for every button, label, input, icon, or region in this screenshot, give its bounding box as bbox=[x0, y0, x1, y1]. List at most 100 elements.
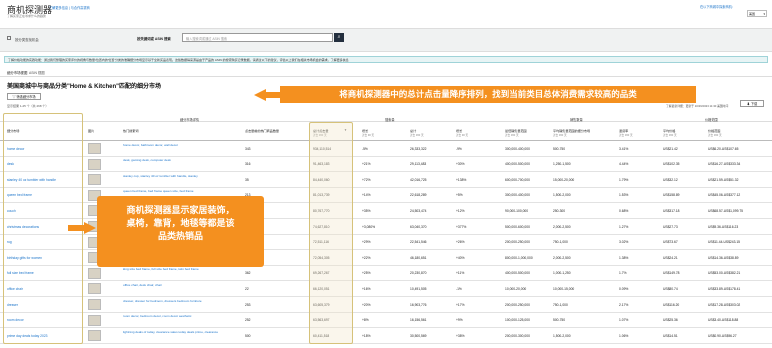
search-button[interactable]: ⌕ bbox=[334, 33, 344, 42]
table-row[interactable]: room decor 252 63,563,697 +8% 16,156,561 +9% 1… bbox=[0, 313, 772, 329]
banner-arrow-icon bbox=[254, 89, 266, 101]
cell-sg: -9% bbox=[456, 146, 462, 151]
marketplace-value: 美国 bbox=[749, 12, 756, 16]
cell-count: 316 bbox=[245, 162, 251, 167]
cell-top-terms[interactable]: lightning deals of today, clearance sale… bbox=[123, 330, 223, 335]
filter-button[interactable]: ▽ 筛选细分市场 bbox=[7, 93, 41, 100]
cell-avg: 1,000-1,250 bbox=[553, 271, 571, 276]
download-label: 下载 bbox=[750, 102, 758, 106]
cell-top-terms[interactable]: room decor, bedroom decor, room decor ae… bbox=[123, 314, 223, 319]
cell-range: US$0.90-US$96.27 bbox=[708, 333, 737, 338]
cell-count: 252 bbox=[245, 318, 251, 323]
cell-avg: 2,000-2,500 bbox=[553, 255, 571, 260]
cell-avg: 500-750 bbox=[553, 318, 566, 323]
cell-avg: 500-750 bbox=[553, 146, 566, 151]
cell-price: US$149.78 bbox=[663, 271, 680, 276]
col-image: 图片 bbox=[88, 129, 95, 133]
cell-units: 300,000-400,000 bbox=[505, 146, 530, 151]
cell-avg: 1,500-2,000 bbox=[553, 193, 571, 198]
cell-ret: 3.41% bbox=[619, 146, 629, 151]
cell-range: US$9.36-US$116.23 bbox=[708, 224, 739, 229]
col-search-volume-sub: 过去 360 天 bbox=[410, 134, 424, 137]
callout-arrow-icon bbox=[84, 222, 96, 234]
category-icon[interactable] bbox=[7, 36, 11, 40]
cell-avg: 1,500-2,000 bbox=[553, 333, 571, 338]
table-row[interactable]: dresser 253 63,605,379 +20% 16,903,776 +17% 20… bbox=[0, 297, 772, 313]
cell-cg: +35% bbox=[362, 208, 371, 213]
callout-line: 桌椅，靠背，地毯等都是该 bbox=[126, 218, 235, 228]
download-button[interactable]: ⬇ 下载 bbox=[740, 100, 764, 107]
cell-top-terms[interactable]: stanley cup, stanley 40 oz tumbler with … bbox=[123, 174, 223, 179]
table-row[interactable]: prime day deals today 2023 500 60,411,518 +… bbox=[0, 328, 772, 344]
table-row[interactable]: full size bed frame 362 69,267,267 +25% 20,2… bbox=[0, 266, 772, 282]
cell-sg: +12% bbox=[456, 208, 465, 213]
tab-asin-view[interactable]: ASIN 视图 bbox=[29, 70, 45, 75]
cell-cg: -5% bbox=[362, 146, 368, 151]
category-search-label[interactable]: 按分类查找机会 bbox=[15, 37, 39, 42]
info-text: 了解价格功能的实践功能：通过我们整理的买家评价的视角与数量/位置内的'位置'分类… bbox=[8, 57, 349, 62]
marketplace-select[interactable]: 美国 ▾ bbox=[747, 10, 767, 17]
product-image bbox=[88, 158, 101, 170]
cell-sg: +17% bbox=[456, 302, 465, 307]
cell-ret: 1.38% bbox=[619, 255, 629, 260]
product-image bbox=[88, 314, 101, 326]
cell-ret: 1.06% bbox=[619, 333, 629, 338]
app-subtitle: 了解买家正在寻求什么的趋势 bbox=[7, 14, 47, 18]
cell-top-terms[interactable]: desk, gaming desk, computer desk bbox=[123, 158, 223, 163]
cell-price: US$317.18 bbox=[663, 208, 680, 213]
cell-top-terms[interactable]: queen bed frame, bed frame queen size, b… bbox=[123, 189, 223, 194]
col-avg-price-sub: 过去 360 天 bbox=[663, 134, 677, 137]
product-image bbox=[88, 267, 101, 279]
search-bar bbox=[0, 28, 772, 52]
cell-count: 343 bbox=[245, 146, 251, 151]
cell-cg: +22% bbox=[362, 255, 371, 260]
header-links[interactable]: 了解更多信息 | 与合作高需商 bbox=[49, 5, 90, 10]
col-price-range-sub: 过去 360 天 bbox=[708, 134, 722, 137]
cell-ret: 1.79% bbox=[619, 177, 629, 182]
table-row[interactable]: desk 316 91,463,183 +21% 29,113,483 +30% 400,0… bbox=[0, 157, 772, 173]
cell-top-terms[interactable]: dresser, dresser for bedroom, dressers b… bbox=[123, 299, 223, 304]
col-top-count[interactable]: 点击量前的热门商品数量 bbox=[245, 128, 279, 133]
cell-cg: +16% bbox=[362, 286, 371, 291]
cell-range: US$53.00-US$382.21 bbox=[708, 271, 741, 276]
cell-ret: 3.02% bbox=[619, 240, 629, 245]
cell-price: US$27.73 bbox=[663, 224, 678, 229]
updated-timestamp: 了解最新详细：更新于 10/26/2023 11:30 美国时间 bbox=[666, 103, 729, 108]
cell-price: US$21.42 bbox=[663, 146, 678, 151]
keyword-search-label: 按关键词或 ASIN 搜索 bbox=[137, 36, 171, 41]
cell-sg: +138% bbox=[456, 177, 467, 182]
cell-sv: 22,618,289 bbox=[410, 193, 427, 198]
cell-top-terms[interactable]: king size bed frame, full size bed frame… bbox=[123, 267, 223, 272]
cell-avg: 10,000-15,000 bbox=[553, 286, 575, 291]
cell-ret: 1.53% bbox=[619, 193, 629, 198]
column-header-row bbox=[0, 122, 772, 141]
search-icon: ⌕ bbox=[337, 34, 341, 40]
cell-range: US$33.89-US$178.41 bbox=[708, 286, 741, 291]
cell-top-terms[interactable]: office chair, desk chair, chair bbox=[123, 283, 223, 288]
table-row[interactable]: office chair 22 66,120,051 +16% 10,491,505 -1… bbox=[0, 281, 772, 297]
cell-price: US$116.20 bbox=[663, 302, 680, 307]
cell-ret: 1.7% bbox=[619, 271, 627, 276]
cell-units: 200,000-300,000 bbox=[505, 333, 530, 338]
cell-cg: +72% bbox=[362, 177, 371, 182]
search-input[interactable]: 输入搜索词或通过 ASIN 搜索 bbox=[182, 33, 333, 42]
cell-cg: +18% bbox=[362, 333, 371, 338]
cell-range: US$17.28-US$303.02 bbox=[708, 302, 741, 307]
cell-count: 35 bbox=[245, 177, 249, 182]
cell-sv: 42,016,725 bbox=[410, 177, 427, 182]
cell-top-terms[interactable]: home decor, bathroom decor, wall decor bbox=[123, 143, 223, 148]
table-row[interactable]: home decor 343 934,110,514 -5% 26,333,322 -9%… bbox=[0, 141, 772, 157]
cell-range: US$11.44-US$243.15 bbox=[708, 240, 741, 245]
cell-price: US$73.67 bbox=[663, 240, 678, 245]
cell-ret: 4.44% bbox=[619, 162, 629, 167]
cell-price: US$102.35 bbox=[663, 162, 680, 167]
cell-units: 600,000-700,000 bbox=[505, 177, 530, 182]
annotation-banner: 将商机探测器中的总计点击量降序排列，找到当前类目总体消费需求较高的品类 bbox=[280, 86, 696, 103]
cell-count: 500 bbox=[245, 333, 251, 338]
cell-sg: +11% bbox=[456, 271, 465, 276]
col-top-terms[interactable]: 热门搜索词 bbox=[123, 128, 138, 133]
cell-range: US$14.36-US$38.89 bbox=[708, 255, 739, 260]
col-search-growth-sub: 过去 90 天 bbox=[456, 134, 469, 137]
table-row[interactable]: stanley 40 oz tumbler with handle 35 84,44… bbox=[0, 172, 772, 188]
cell-avg: 250-300 bbox=[553, 208, 566, 213]
